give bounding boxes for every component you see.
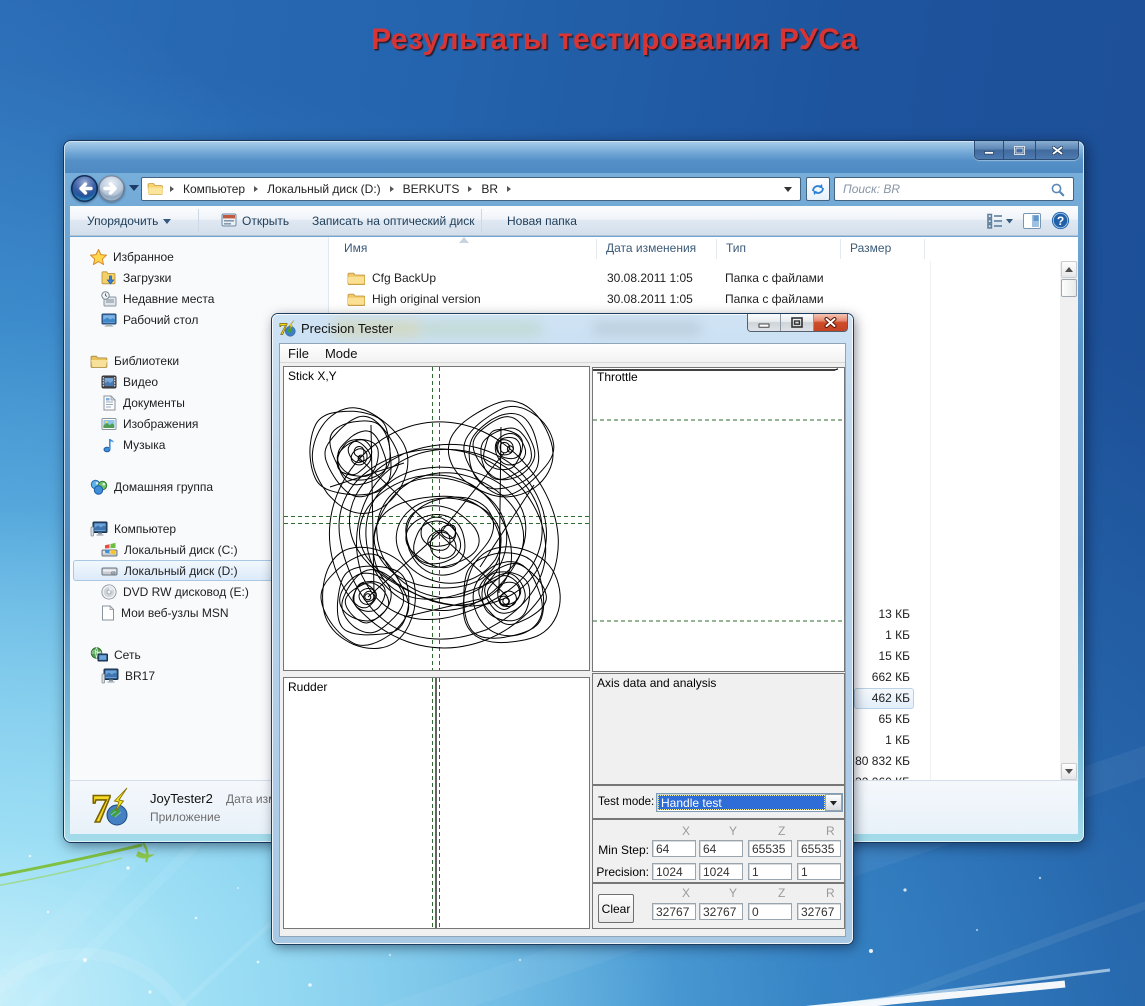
- svg-text:7: 7: [91, 786, 111, 830]
- svg-text:?: ?: [1057, 214, 1064, 228]
